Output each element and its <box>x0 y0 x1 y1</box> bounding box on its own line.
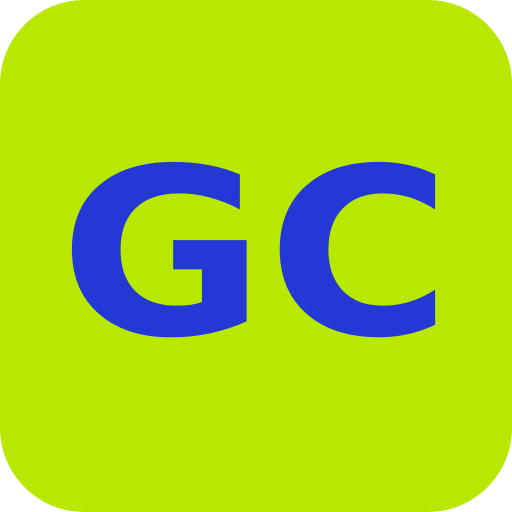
app-icon: GC <box>0 0 512 512</box>
app-icon-monogram: GC <box>59 119 453 389</box>
